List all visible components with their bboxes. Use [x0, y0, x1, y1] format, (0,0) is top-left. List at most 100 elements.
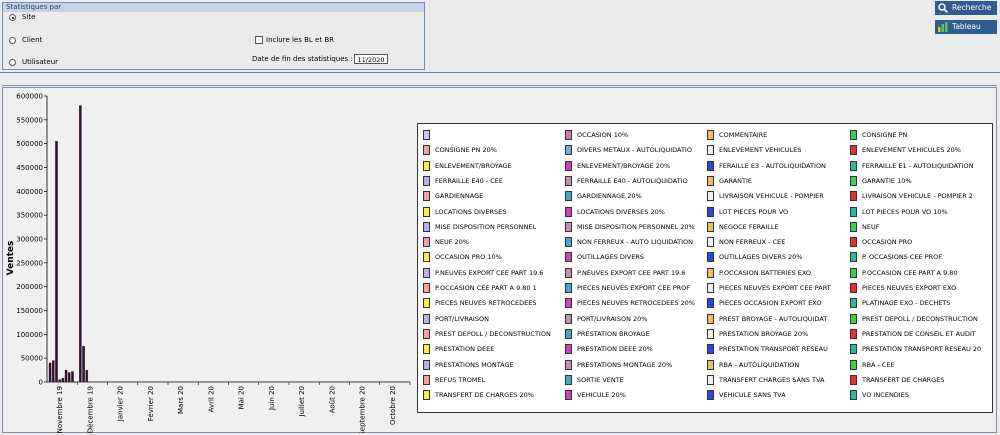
legend-swatch [423, 130, 430, 140]
legend-swatch [565, 267, 572, 278]
table-button[interactable]: Tableau [935, 20, 997, 34]
radio-site[interactable] [9, 14, 16, 21]
legend-label: P.OCCASION BATTERIES EXO [719, 268, 812, 277]
search-button[interactable]: Recherche [935, 1, 997, 15]
legend-swatch [565, 328, 572, 339]
legend-swatch [707, 328, 714, 339]
legend-swatch [850, 298, 857, 309]
x-tick-label: Mai 20 [238, 386, 246, 409]
legend-swatch [707, 359, 714, 370]
legend-label: TRANSFERT DE CHARGES [862, 375, 945, 384]
include-bl-br-checkbox[interactable] [255, 36, 263, 44]
legend-swatch [707, 283, 714, 293]
legend-swatch [423, 206, 430, 217]
bar [61, 377, 65, 383]
legend-label: SORTIE VENTE [577, 375, 624, 384]
legend-swatch [565, 359, 572, 370]
legend-label: ENLEVEMENT VEHICULES 20% [862, 146, 961, 155]
legend-label: RBA - AUTOLIQUIDATION [719, 360, 800, 369]
radio-client-label: Client [22, 36, 43, 44]
bar [52, 360, 55, 383]
y-tick-label: 300000 [16, 236, 43, 244]
legend-swatch [850, 191, 857, 202]
legend-label: ENLEVEMENT/BROYAGE 20% [577, 161, 671, 170]
x-tick-label: Septembre 20 [359, 386, 367, 433]
legend-swatch [423, 374, 430, 385]
legend-swatch [707, 130, 714, 140]
x-tick-label: Juillet 20 [298, 386, 306, 418]
bar-chart-icon [938, 22, 948, 32]
legend-swatch [707, 390, 714, 401]
search-icon [938, 3, 948, 13]
legend-swatch [850, 359, 857, 370]
y-tick-label: 100000 [16, 331, 43, 339]
legend-swatch [850, 160, 857, 171]
legend-label: PRESTATION DEEE 20% [577, 345, 653, 354]
legend-label: LOT PIECES POUR VO [719, 207, 789, 216]
legend-swatch [850, 237, 857, 248]
legend-swatch [565, 374, 572, 385]
bar [55, 141, 58, 383]
y-tick-label: 350000 [16, 212, 43, 220]
bar [71, 371, 74, 383]
legend-swatch [850, 175, 857, 186]
bar [64, 369, 68, 383]
legend-label: NEGOCE FERAILLE [719, 222, 779, 231]
end-date-input[interactable]: 11/2020 [354, 54, 388, 64]
legend-label: PIECES OCCASION EXPORT EXO [719, 299, 822, 308]
legend-swatch [707, 221, 714, 232]
legend-label: ENLEVEMENT VEHICULES [719, 146, 802, 155]
legend-swatch [707, 175, 714, 186]
x-tick-label: Avril 20 [207, 386, 215, 412]
legend-swatch [423, 191, 430, 202]
radio-site-label: Site [22, 13, 36, 21]
bar [82, 346, 85, 383]
legend-label: OCCASION 10% [577, 131, 629, 139]
x-tick-label: Février 20 [147, 386, 155, 421]
legend-label: CONSIGNE PN 20% [435, 146, 497, 155]
legend-label: TRANSFERT CHARGES SANS TVA [719, 375, 825, 384]
radio-client[interactable] [9, 37, 16, 44]
legend-label: PREST BROYAGE - AUTOLIQUIDAT [719, 314, 828, 323]
legend-swatch [707, 298, 714, 309]
x-tick-label: Décembre 19 [86, 386, 94, 433]
y-tick-label: 600000 [16, 93, 43, 101]
legend-label: MISE DISPOSITION PERSONNEL 20% [577, 222, 695, 231]
legend-swatch [565, 298, 572, 309]
legend-swatch [423, 175, 430, 186]
bar [48, 362, 52, 383]
legend-swatch [707, 344, 714, 355]
legend-label: OUTILLAGES DIVERS [577, 253, 644, 262]
x-tick-label: Mars 20 [177, 386, 185, 414]
legend-label: PRESTATION BROYAGE 20% [719, 329, 809, 338]
legend-label: P. OCCASIONS CEE PROF. [862, 253, 944, 262]
bar [85, 369, 89, 383]
x-tick-label: Octobre 20 [389, 386, 397, 425]
legend-swatch [850, 344, 857, 355]
chart-legend: OCCASION 10% COMMENTAIRE CONSIGNE PN CONSIG… [417, 123, 993, 413]
divider [0, 72, 1000, 73]
legend-label: LOT PIECES POUR VO 10% [862, 207, 948, 216]
legend-swatch [850, 130, 857, 140]
legend-swatch [850, 374, 857, 385]
x-tick-label: Novembre 19 [56, 386, 64, 433]
legend-label: P.NEUVES EXPORT CEE PART 19.6 [577, 268, 686, 277]
y-axis-label: Ventes [6, 241, 16, 276]
table-button-label: Tableau [952, 22, 981, 31]
y-tick-label: 550000 [16, 116, 43, 124]
legend-swatch [850, 328, 857, 339]
legend-swatch [423, 221, 430, 232]
legend-label: NON FERREUX - CEE [719, 238, 786, 247]
legend-label: DIVERS METAUX - AUTOLIQUIDATIO [577, 146, 692, 155]
y-tick-label: 50000 [21, 355, 43, 363]
bar [79, 105, 82, 383]
legend-label: PIECES NEUVES RETROCEDEES 20% [577, 299, 695, 308]
group-title: Statistiques par [3, 3, 424, 12]
x-tick-label: Juin 20 [268, 386, 276, 411]
search-button-label: Recherche [952, 3, 992, 12]
legend-swatch [565, 206, 572, 217]
legend-label: CONSIGNE PN [862, 131, 908, 139]
legend-swatch [423, 328, 430, 339]
legend-label: RBA - CEE [862, 360, 895, 369]
radio-utilisateur[interactable] [9, 59, 16, 66]
